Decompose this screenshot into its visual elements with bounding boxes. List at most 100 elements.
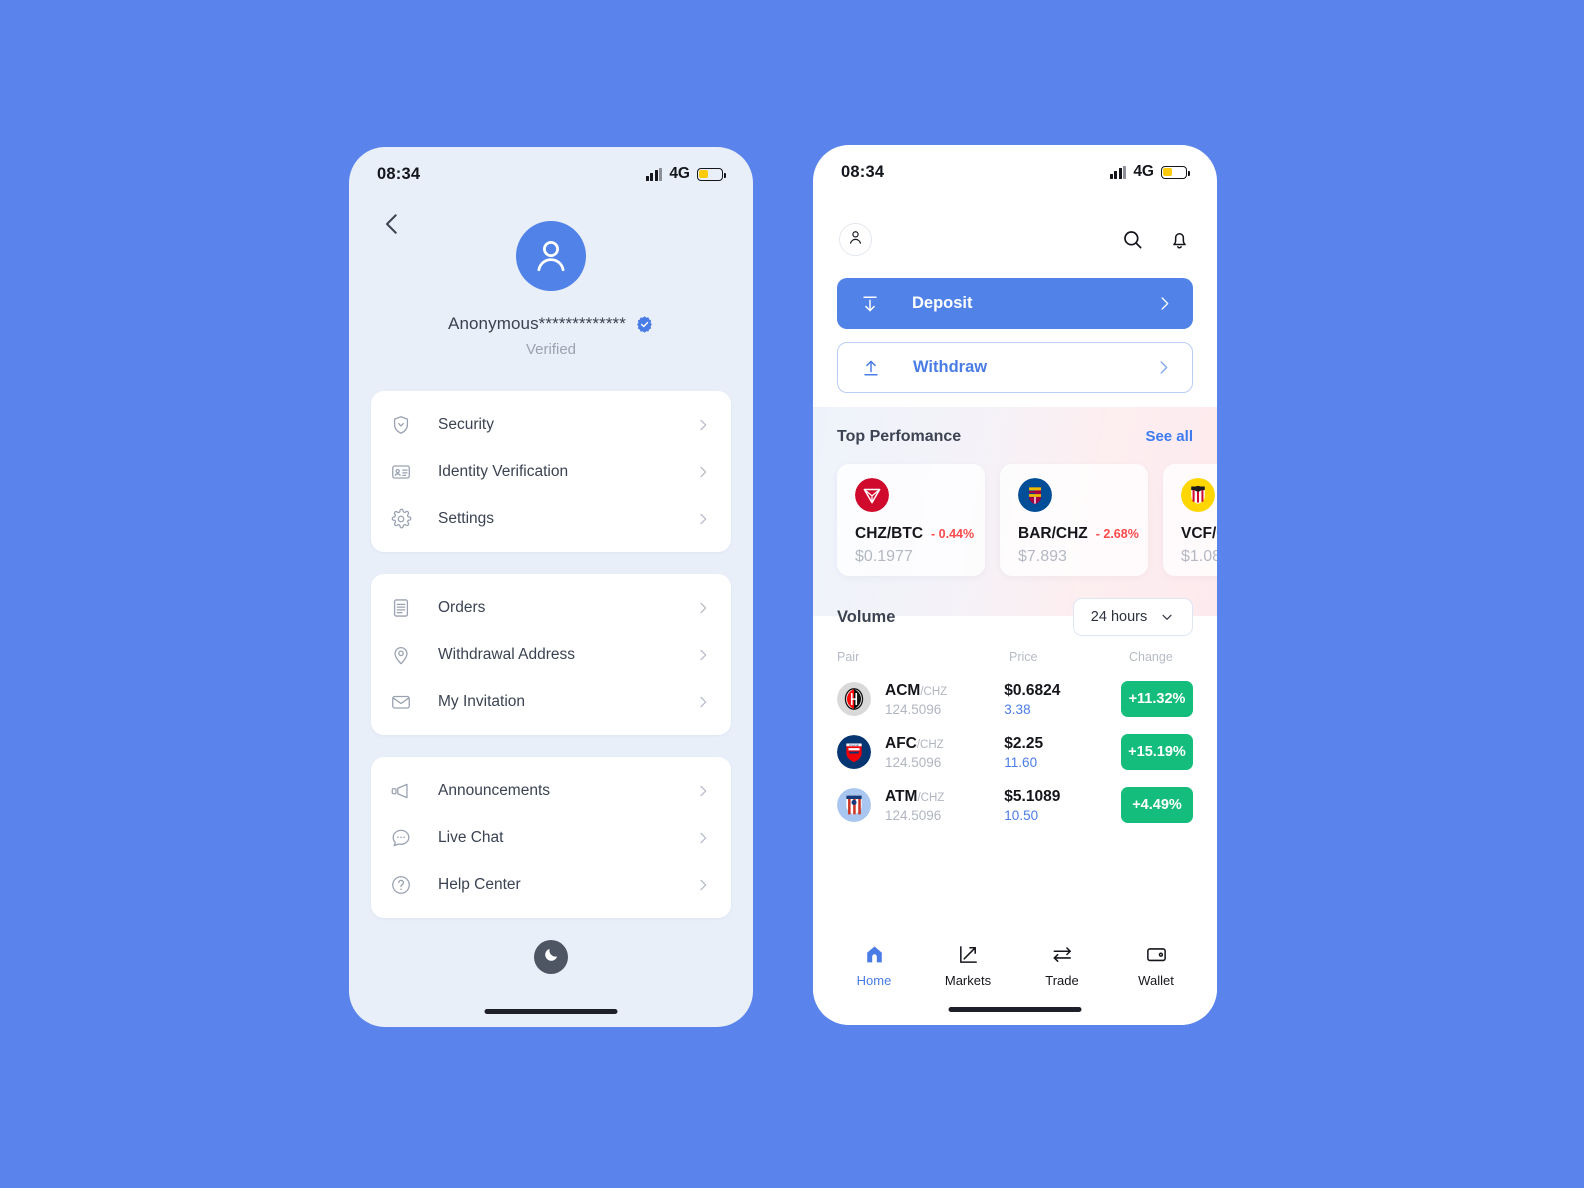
- chevron-right-icon: [695, 783, 711, 799]
- price-value: $7.893: [1018, 548, 1067, 565]
- menu-item-label: Announcements: [438, 781, 551, 799]
- pair-quote: /CHZ: [916, 738, 944, 751]
- top-performance-carousel[interactable]: CHZ/BTC - 0.44% $0.1977 BAR/CHZ - 2.68% …: [813, 464, 1217, 576]
- pair-symbol: AFC: [885, 734, 917, 752]
- chat-bubble-icon: [390, 827, 412, 849]
- trade-swap-icon: [1051, 943, 1074, 966]
- profile-button[interactable]: [839, 223, 872, 256]
- table-row[interactable]: Arsenal AFC/CHZ 124.5096 $2.25 11.60 +15…: [837, 734, 1193, 770]
- deposit-label: Deposit: [912, 294, 973, 312]
- price-secondary: 3.38: [1004, 701, 1031, 717]
- envelope-icon: [390, 691, 412, 713]
- pair-volume: 124.5096: [885, 701, 942, 717]
- chevron-right-icon: [695, 694, 711, 710]
- change-badge: +11.32%: [1121, 681, 1193, 717]
- home-indicator: [484, 1009, 618, 1014]
- megaphone-icon: [390, 780, 412, 802]
- status-bar-left: 08:34 4G: [349, 147, 753, 201]
- withdraw-button[interactable]: Withdraw: [837, 342, 1193, 393]
- nav-label: Trade: [1045, 973, 1079, 988]
- menu-item-label: Settings: [438, 509, 495, 527]
- volume-section: Volume 24 hours Pair Price Change ACM/CH…: [813, 598, 1217, 823]
- menu-group-support: Announcements Live Chat Help Center: [371, 757, 731, 918]
- price-value: $2.25: [1004, 734, 1044, 752]
- see-all-link[interactable]: See all: [1145, 428, 1193, 445]
- table-row[interactable]: ATM/CHZ 124.5096 $5.1089 10.50 +4.49%: [837, 787, 1193, 823]
- chevron-right-icon: [1154, 358, 1173, 377]
- user-avatar-icon: [846, 228, 865, 252]
- chevron-right-icon: [695, 600, 711, 616]
- column-header-pair: Pair: [837, 650, 860, 664]
- menu-item-my-invitation[interactable]: My Invitation: [371, 678, 731, 725]
- back-button[interactable]: [377, 209, 407, 239]
- price-value: $0.1977: [855, 548, 913, 565]
- price-value: $5.1089: [1004, 787, 1061, 805]
- change-badge: +15.19%: [1121, 734, 1193, 770]
- top-performance-section: Top Perfomance See all CHZ/BTC - 0.44% $…: [813, 407, 1217, 616]
- menu-item-help-center[interactable]: Help Center: [371, 861, 731, 908]
- avatar[interactable]: [516, 221, 586, 291]
- menu-item-label: My Invitation: [438, 692, 526, 710]
- menu-item-withdrawal-address[interactable]: Withdrawal Address: [371, 631, 731, 678]
- menu-item-identity-verification[interactable]: Identity Verification: [371, 448, 731, 495]
- performance-card[interactable]: CHZ/BTC - 0.44% $0.1977: [837, 464, 985, 576]
- menu-item-security[interactable]: Security: [371, 401, 731, 448]
- menu-item-settings[interactable]: Settings: [371, 495, 731, 542]
- nav-item-wallet[interactable]: Wallet: [1109, 943, 1203, 1025]
- menu-item-label: Help Center: [438, 875, 521, 893]
- menu-item-announcements[interactable]: Announcements: [371, 767, 731, 814]
- atletico-logo-icon: [837, 788, 871, 822]
- profile-phone: 08:34 4G Anonymous************* Verified…: [349, 147, 753, 1027]
- chevron-down-icon: [1159, 609, 1175, 625]
- pair-symbol: ATM: [885, 787, 918, 805]
- nav-item-trade[interactable]: Trade: [1015, 943, 1109, 1025]
- volume-table-header: Pair Price Change: [837, 650, 1193, 664]
- status-bar-right: 08:34 4G: [813, 145, 1217, 199]
- bell-icon[interactable]: [1168, 228, 1191, 251]
- pair-symbol: CHZ/BTC: [855, 525, 924, 542]
- moon-icon: [543, 946, 560, 968]
- pair-volume: 124.5096: [885, 754, 942, 770]
- screenshot-stage: 08:34 4G Anonymous************* Verified…: [0, 0, 1584, 1188]
- change-value: - 0.44%: [931, 527, 975, 541]
- table-row[interactable]: ACM/CHZ 124.5096 $0.6824 3.38 +11.32%: [837, 681, 1193, 717]
- network-type: 4G: [1133, 163, 1154, 180]
- menu-item-label: Security: [438, 415, 494, 433]
- deposit-arrow-icon: [859, 293, 881, 315]
- home-phone: 08:34 4G Deposit Withdraw Top Perfomance…: [813, 145, 1217, 1025]
- signal-bars-icon: [1109, 165, 1127, 179]
- dark-mode-toggle-button[interactable]: [534, 940, 568, 974]
- pair-symbol: VCF/C: [1181, 525, 1217, 542]
- performance-card[interactable]: BAR/CHZ - 2.68% $7.893: [1000, 464, 1148, 576]
- menu-group-account: Security Identity Verification Settings: [371, 391, 731, 552]
- home-icon: [863, 943, 886, 966]
- volume-period-value: 24 hours: [1090, 609, 1148, 625]
- menu-item-orders[interactable]: Orders: [371, 584, 731, 631]
- search-icon[interactable]: [1121, 228, 1144, 251]
- wallet-icon: [1145, 943, 1168, 966]
- menu-item-live-chat[interactable]: Live Chat: [371, 814, 731, 861]
- chevron-right-icon: [695, 511, 711, 527]
- acmilan-logo-icon: [837, 682, 871, 716]
- performance-card[interactable]: VCF/C $1.083: [1163, 464, 1217, 576]
- home-header: [813, 199, 1217, 256]
- withdraw-label: Withdraw: [913, 358, 988, 376]
- menu-group-activity: Orders Withdrawal Address My Invitation: [371, 574, 731, 735]
- change-value: - 2.68%: [1095, 527, 1139, 541]
- price-secondary: 11.60: [1004, 754, 1038, 770]
- status-time: 08:34: [841, 162, 885, 181]
- battery-icon: [697, 167, 727, 181]
- valencia-logo-icon: [1181, 478, 1215, 512]
- menu-item-label: Orders: [438, 598, 486, 616]
- volume-period-select[interactable]: 24 hours: [1073, 598, 1193, 636]
- id-card-icon: [390, 461, 412, 483]
- chevron-right-icon: [1155, 294, 1174, 313]
- price-secondary: 10.50: [1004, 807, 1039, 823]
- nav-item-markets[interactable]: Markets: [921, 943, 1015, 1025]
- deposit-button[interactable]: Deposit: [837, 278, 1193, 329]
- nav-item-home[interactable]: Home: [827, 943, 921, 1025]
- nav-label: Markets: [944, 973, 992, 988]
- column-header-price: Price: [1009, 650, 1038, 664]
- signal-bars-icon: [645, 167, 663, 181]
- verified-status: Verified: [525, 341, 577, 358]
